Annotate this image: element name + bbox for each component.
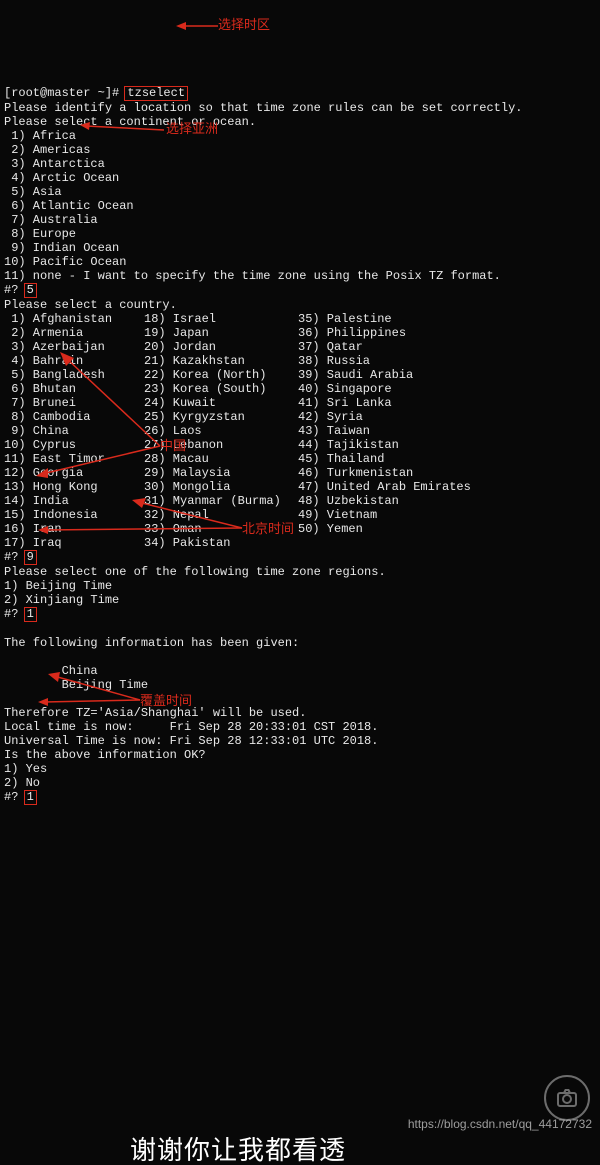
local-time-line: Local time is now: Fri Sep 28 20:33:01 C… [4,720,378,734]
terminal-output: [root@master ~]# tzselect Please identif… [0,70,600,805]
therefore-line: Therefore TZ='Asia/Shanghai' will be use… [4,706,306,720]
country-option: 44) Tajikistan [298,438,399,452]
continent-answer[interactable]: 5 [24,283,37,298]
country-option: 45) Thailand [298,452,384,466]
country-option: 47) United Arab Emirates [298,480,471,494]
confirm-question: Is the above information OK? [4,748,206,762]
camera-icon[interactable] [544,1075,590,1121]
country-option: 26) Laos [144,424,298,438]
country-option: 36) Philippines [298,326,406,340]
continent-option: 6) Atlantic Ocean [4,199,134,213]
no-option: 2) No [4,776,40,790]
summary-timezone: Beijing Time [4,678,148,692]
intro-line-1: Please identify a location so that time … [4,101,522,115]
annotation-select-tz: 选择时区 [218,18,270,32]
country-option: 33) Oman [144,522,298,536]
yes-option: 1) Yes [4,762,47,776]
bottom-overlay-text: 谢谢你让我都看透 [130,1143,346,1157]
country-option: 12) Georgia [4,466,144,480]
country-option: 17) Iraq [4,536,144,550]
country-option: 18) Israel [144,312,298,326]
country-option: 9) China [4,424,144,438]
continent-option: 10) Pacific Ocean [4,255,126,269]
region-answer[interactable]: 1 [24,607,37,622]
intro-line-2: Please select a continent or ocean. [4,115,256,129]
country-option: 27) Lebanon [144,438,298,452]
command-input[interactable]: tzselect [124,86,188,101]
country-option: 16) Iran [4,522,144,536]
shell-prompt: [root@master ~]# [4,86,119,100]
watermark-url: https://blog.csdn.net/qq_44172732 [408,1117,592,1131]
country-option: 2) Armenia [4,326,144,340]
prompt-marker: #? [4,790,18,804]
country-option: 41) Sri Lanka [298,396,392,410]
utc-time-line: Universal Time is now: Fri Sep 28 12:33:… [4,734,378,748]
country-option: 24) Kuwait [144,396,298,410]
continent-option: 5) Asia [4,185,62,199]
prompt-marker: #? [4,550,18,564]
country-option: 40) Singapore [298,382,392,396]
country-option: 42) Syria [298,410,363,424]
continent-option: 7) Australia [4,213,98,227]
country-option: 28) Macau [144,452,298,466]
country-option: 32) Nepal [144,508,298,522]
country-option: 46) Turkmenistan [298,466,413,480]
country-option: 1) Afghanistan [4,312,144,326]
continent-option: 2) Americas [4,143,90,157]
country-option: 22) Korea (North) [144,368,298,382]
country-option: 8) Cambodia [4,410,144,424]
country-option: 34) Pakistan [144,536,298,550]
country-option: 4) Bahrain [4,354,144,368]
region-option: 1) Beijing Time [4,579,112,593]
country-option: 21) Kazakhstan [144,354,298,368]
country-option: 6) Bhutan [4,382,144,396]
country-option: 13) Hong Kong [4,480,144,494]
country-option: 31) Myanmar (Burma) [144,494,298,508]
continent-option: 3) Antarctica [4,157,105,171]
country-option: 37) Qatar [298,340,363,354]
continent-option: 4) Arctic Ocean [4,171,119,185]
country-option: 48) Uzbekistan [298,494,399,508]
country-option: 39) Saudi Arabia [298,368,413,382]
country-option: 3) Azerbaijan [4,340,144,354]
continent-option: 11) none - I want to specify the time zo… [4,269,501,283]
continent-option: 1) Africa [4,129,76,143]
country-option: 11) East Timor [4,452,144,466]
country-option: 30) Mongolia [144,480,298,494]
prompt-marker: #? [4,607,18,621]
country-option: 20) Jordan [144,340,298,354]
country-answer[interactable]: 9 [24,550,37,565]
prompt-marker: #? [4,283,18,297]
country-option: 14) India [4,494,144,508]
country-option: 5) Bangladesh [4,368,144,382]
region-option: 2) Xinjiang Time [4,593,119,607]
country-option: 43) Taiwan [298,424,370,438]
country-option: 15) Indonesia [4,508,144,522]
country-option: 35) Palestine [298,312,392,326]
country-option: 10) Cyprus [4,438,144,452]
country-option: 23) Korea (South) [144,382,298,396]
country-option: 49) Vietnam [298,508,377,522]
country-option: 7) Brunei [4,396,144,410]
regions-header: Please select one of the following time … [4,565,386,579]
country-option: 29) Malaysia [144,466,298,480]
continent-option: 9) Indian Ocean [4,241,119,255]
country-option: 19) Japan [144,326,298,340]
country-option: 25) Kyrgyzstan [144,410,298,424]
confirm-answer[interactable]: 1 [24,790,37,805]
country-option: 38) Russia [298,354,370,368]
arrow-icon [176,20,218,34]
summary-header: The following information has been given… [4,636,299,650]
countries-header: Please select a country. [4,298,177,312]
summary-country: China [4,664,98,678]
country-option: 50) Yemen [298,522,363,536]
continent-option: 8) Europe [4,227,76,241]
